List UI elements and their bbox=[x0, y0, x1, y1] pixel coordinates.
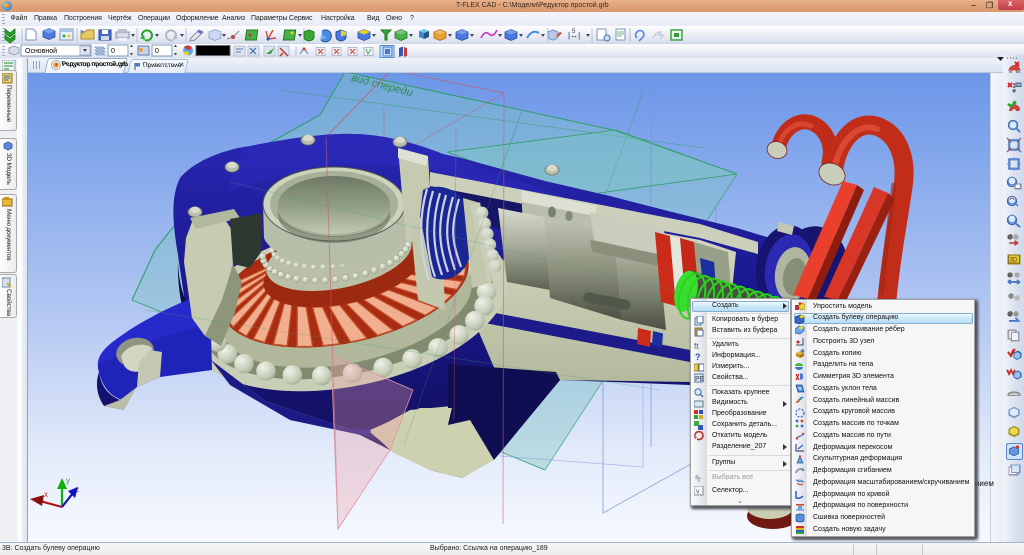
svg-text:y: y bbox=[66, 476, 70, 485]
svg-text:0: 0 bbox=[155, 48, 159, 55]
svg-text:?: ? bbox=[695, 352, 701, 362]
svg-text:x: x bbox=[44, 490, 48, 499]
svg-text:0: 0 bbox=[111, 48, 115, 55]
svg-text:3D: 3D bbox=[1010, 258, 1018, 264]
svg-text:v: v bbox=[696, 488, 700, 495]
svg-text:PE: PE bbox=[695, 376, 704, 383]
svg-text:Основной: Основной bbox=[25, 47, 57, 55]
svg-text:ft: ft bbox=[694, 342, 699, 351]
svg-text:z: z bbox=[75, 485, 79, 494]
